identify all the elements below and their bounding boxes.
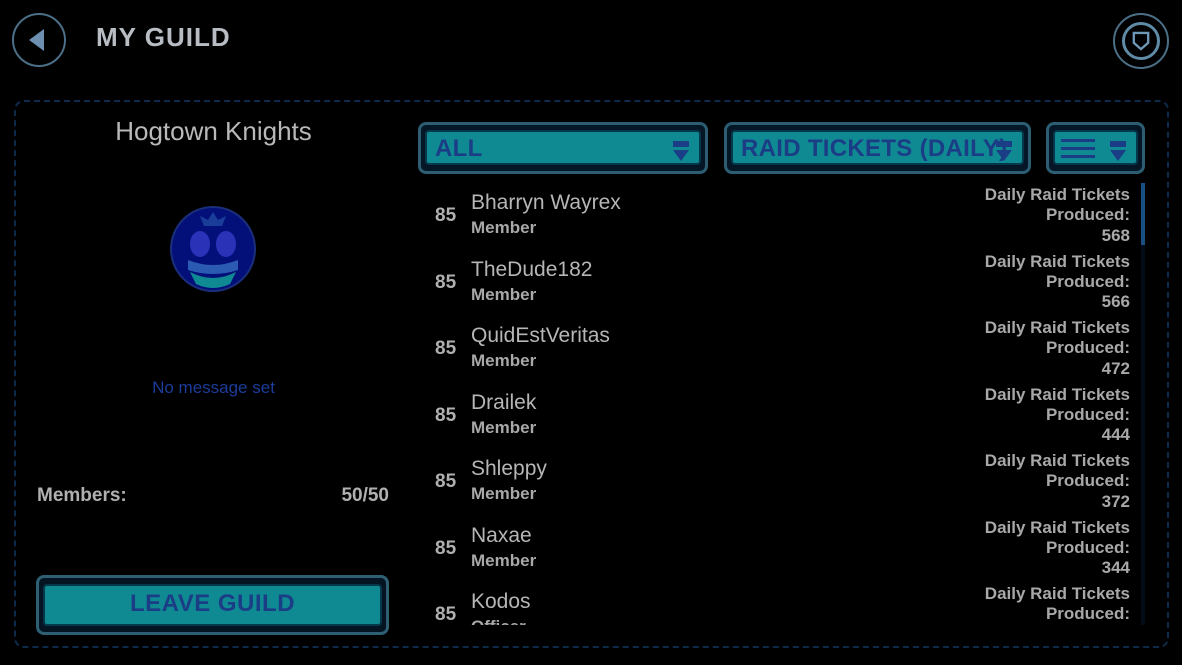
list-options-dropdown[interactable]: [1046, 122, 1145, 174]
stat-label-line2: Produced:: [1045, 205, 1130, 225]
stat-label-line1: Daily Raid Tickets: [984, 451, 1130, 470]
sort-dropdown-label: RAID TICKETS (DAILY): [741, 135, 1008, 162]
guild-shield-icon: [1122, 22, 1160, 60]
member-name: Naxae: [471, 523, 532, 547]
stat-label-line1: Daily Raid Tickets: [984, 318, 1130, 337]
stat-label-line2: Produced:: [1045, 338, 1130, 358]
stat-value: 372: [1101, 491, 1130, 511]
member-stat: Daily Raid Tickets Produced: 444: [985, 385, 1130, 446]
stat-label-line1: Daily Raid Tickets: [984, 185, 1130, 204]
member-stat: Daily Raid Tickets Produced: 568: [985, 185, 1130, 246]
member-stat: Daily Raid Tickets Produced: 472: [985, 318, 1130, 379]
chevron-down-icon: [1110, 141, 1126, 161]
member-row[interactable]: 85 Naxae Member Daily Raid Tickets Produ…: [420, 516, 1140, 583]
members-label: Members:: [37, 485, 127, 506]
chevron-down-icon: [673, 141, 689, 161]
scrollbar-thumb[interactable]: [1141, 183, 1145, 245]
member-row[interactable]: 85 Bharryn Wayrex Member Daily Raid Tick…: [420, 183, 1140, 250]
member-name: Shleppy: [471, 457, 547, 480]
member-name: Drailek: [471, 390, 537, 414]
member-role: Member: [471, 284, 537, 304]
member-role: Member: [471, 484, 537, 503]
member-stat: Daily Raid Tickets Produced: 566: [985, 252, 1130, 313]
stat-value: 566: [1101, 292, 1130, 312]
list-scrollbar[interactable]: [1141, 183, 1145, 625]
leave-guild-button[interactable]: LEAVE GUILD: [36, 575, 389, 635]
member-row[interactable]: 85 TheDude182 Member Daily Raid Tickets …: [420, 250, 1140, 317]
role-filter-dropdown[interactable]: ALL: [418, 122, 708, 174]
stat-label-line1: Daily Raid Tickets: [984, 384, 1130, 404]
member-level: 85: [435, 205, 457, 226]
stat-label-line2: Produced:: [1045, 271, 1130, 291]
stat-label-line2: Produced:: [1045, 604, 1130, 624]
guild-name: Hogtown Knights: [115, 116, 312, 146]
member-role: Officer: [471, 617, 526, 625]
member-row[interactable]: 85 Drailek Member Daily Raid Tickets Pro…: [420, 383, 1140, 450]
member-stat: Daily Raid Tickets Produced:: [985, 584, 1130, 625]
member-role: Member: [471, 218, 537, 237]
members-count: 50/50: [341, 485, 389, 506]
stat-value: 344: [1101, 558, 1130, 578]
guild-emblem-icon: [170, 206, 256, 292]
stat-value: 472: [1101, 358, 1130, 378]
member-role: Member: [471, 417, 537, 437]
member-stat: Daily Raid Tickets Produced: 372: [985, 451, 1130, 512]
stat-label-line1: Daily Raid Tickets: [984, 584, 1130, 603]
member-name: QuidEstVeritas: [471, 324, 610, 347]
guild-shield-button[interactable]: [1113, 13, 1169, 69]
page-title: MY GUILD: [96, 22, 231, 52]
stat-label-line1: Daily Raid Tickets: [984, 517, 1130, 537]
stat-value: 568: [1101, 225, 1130, 245]
list-menu-icon: [1061, 139, 1095, 158]
member-level: 85: [435, 404, 457, 426]
member-stat: Daily Raid Tickets Produced: 344: [985, 518, 1130, 579]
member-list[interactable]: 85 Bharryn Wayrex Member Daily Raid Tick…: [420, 183, 1140, 625]
sort-dropdown[interactable]: RAID TICKETS (DAILY): [724, 122, 1031, 174]
role-filter-label: ALL: [435, 135, 483, 162]
member-row[interactable]: 85 Shleppy Member Daily Raid Tickets Pro…: [420, 449, 1140, 516]
stat-value: 444: [1101, 425, 1130, 445]
leave-guild-label: LEAVE GUILD: [129, 590, 296, 617]
member-level: 85: [435, 604, 457, 625]
back-arrow-icon: [29, 29, 44, 51]
stat-label-line2: Produced:: [1045, 537, 1130, 557]
member-level: 85: [435, 471, 457, 492]
member-name: TheDude182: [471, 257, 593, 281]
member-level: 85: [435, 338, 457, 359]
stat-label-line1: Daily Raid Tickets: [984, 251, 1130, 271]
member-name: Kodos: [471, 590, 531, 613]
guild-message: No message set: [152, 378, 275, 397]
member-row[interactable]: 85 Kodos Officer Daily Raid Tickets Prod…: [420, 582, 1140, 625]
member-role: Member: [471, 351, 537, 370]
member-level: 85: [435, 271, 457, 293]
chevron-down-icon: [996, 141, 1012, 161]
back-button[interactable]: [12, 13, 66, 67]
member-role: Member: [471, 550, 537, 570]
stat-label-line2: Produced:: [1045, 404, 1130, 424]
member-row[interactable]: 85 QuidEstVeritas Member Daily Raid Tick…: [420, 316, 1140, 383]
member-name: Bharryn Wayrex: [471, 191, 621, 214]
stat-label-line2: Produced:: [1045, 471, 1130, 491]
member-level: 85: [435, 537, 457, 559]
